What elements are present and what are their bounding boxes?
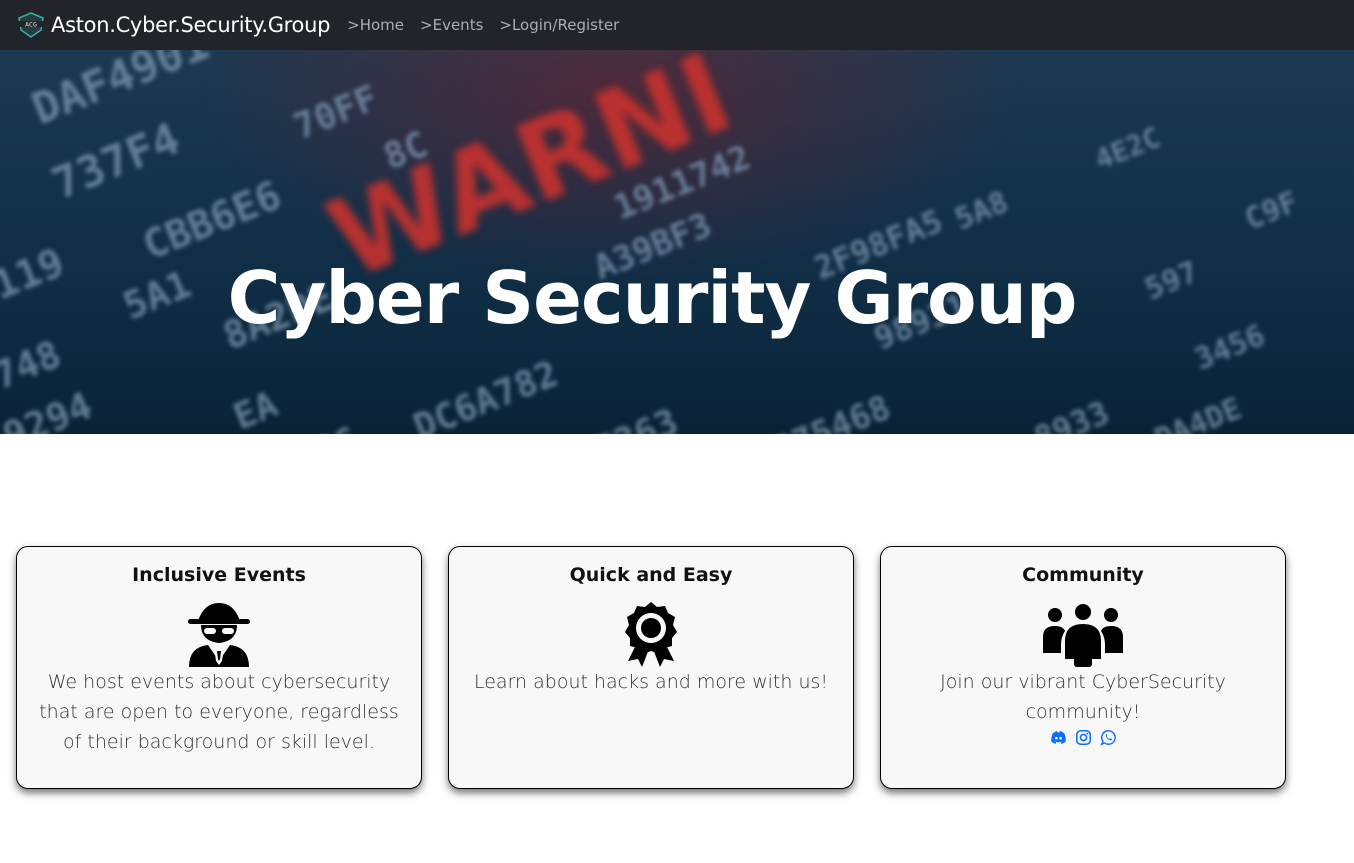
award-ribbon-icon bbox=[625, 602, 677, 667]
card-title: Quick and Easy bbox=[569, 564, 733, 586]
svg-text:C9F: C9F bbox=[1240, 185, 1303, 238]
people-group-icon bbox=[1043, 604, 1123, 667]
card-title: Inclusive Events bbox=[132, 564, 306, 586]
acsg-shield-logo-icon: ACG bbox=[17, 12, 45, 38]
svg-text:737F4: 737F4 bbox=[45, 113, 187, 210]
discord-icon[interactable] bbox=[1050, 729, 1067, 746]
nav-links: >Home >Events >Login/Register bbox=[347, 16, 635, 34]
brand-link[interactable]: ACG Aston.Cyber.Security.Group bbox=[16, 12, 330, 38]
svg-text:5A8: 5A8 bbox=[950, 185, 1013, 238]
card-inclusive-events: Inclusive Events We host events about cy… bbox=[16, 546, 422, 789]
svg-text:DA4DE: DA4DE bbox=[1150, 391, 1247, 434]
svg-text:CBB6E6: CBB6E6 bbox=[137, 172, 288, 269]
card-title: Community bbox=[1022, 564, 1144, 586]
social-links bbox=[881, 729, 1285, 746]
svg-text:8933: 8933 bbox=[1029, 393, 1115, 434]
svg-text:ACG: ACG bbox=[25, 21, 37, 29]
card-text: Join our vibrant CyberSecurity community… bbox=[940, 671, 1226, 723]
nav-link-events[interactable]: >Events bbox=[420, 16, 483, 34]
card-text: Learn about hacks and more with us! bbox=[473, 671, 829, 693]
svg-text:DAF4901: DAF4901 bbox=[25, 50, 216, 135]
navbar: ACG Aston.Cyber.Security.Group >Home >Ev… bbox=[0, 0, 1354, 50]
hero-title: Cyber Security Group bbox=[227, 256, 1078, 340]
svg-text:4E2C: 4E2C bbox=[1090, 121, 1165, 177]
brand-text: Aston.Cyber.Security.Group bbox=[51, 13, 331, 37]
nav-link-login-register[interactable]: >Login/Register bbox=[499, 16, 619, 34]
svg-text:70FF: 70FF bbox=[288, 78, 384, 148]
card-quick-and-easy: Quick and Easy Learn about hacks and mor… bbox=[448, 546, 854, 789]
svg-text:9575468: 9575468 bbox=[748, 388, 896, 434]
nav-link-home[interactable]: >Home bbox=[347, 16, 404, 34]
hero-banner: DAF4901 737F4 CBB6E6 119 5A1 8A2DE 748 9… bbox=[0, 50, 1354, 434]
svg-text:EA: EA bbox=[228, 384, 284, 434]
user-secret-icon bbox=[188, 603, 250, 667]
whatsapp-icon[interactable] bbox=[1099, 729, 1117, 746]
svg-text:748: 748 bbox=[0, 332, 67, 399]
card-text: We host events about cybersecurity that … bbox=[39, 671, 399, 753]
svg-text:DC6A782: DC6A782 bbox=[408, 353, 564, 434]
instagram-icon[interactable] bbox=[1075, 729, 1092, 746]
hero-background-image: DAF4901 737F4 CBB6E6 119 5A1 8A2DE 748 9… bbox=[0, 50, 1303, 434]
card-community: Community Join our vibrant CyberSecurity… bbox=[880, 546, 1286, 789]
svg-text:517363: 517363 bbox=[548, 402, 684, 434]
